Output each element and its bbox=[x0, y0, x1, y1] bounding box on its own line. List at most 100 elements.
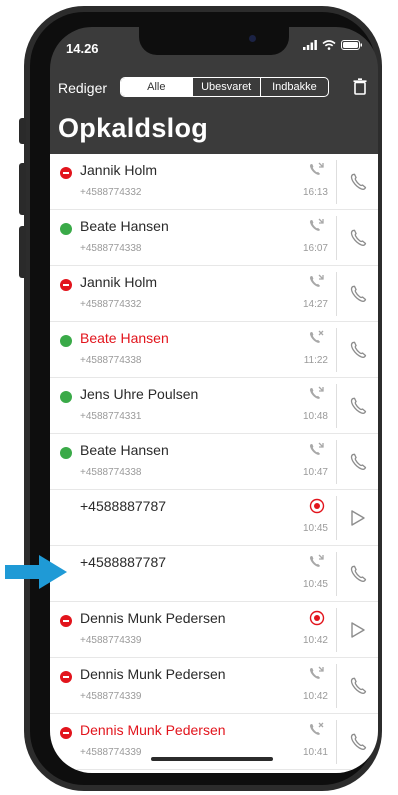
call-time: 11:22 bbox=[303, 355, 328, 366]
call-row[interactable]: Beate Hansen +4588774338 11:22 bbox=[50, 322, 378, 378]
phone-icon[interactable] bbox=[350, 173, 368, 196]
contact-number: +4588774338 bbox=[80, 467, 142, 478]
available-status-icon bbox=[60, 223, 72, 235]
phone-icon[interactable] bbox=[350, 397, 368, 420]
call-row[interactable]: Dennis Munk Pedersen +4588774339 10:42 bbox=[50, 658, 378, 714]
contact-name: Beate Hansen bbox=[80, 442, 169, 458]
available-status-icon bbox=[60, 447, 72, 459]
call-row[interactable]: +4588887787 10:45 bbox=[50, 490, 378, 546]
phone-icon[interactable] bbox=[350, 229, 368, 252]
status-icons bbox=[303, 40, 363, 50]
home-indicator[interactable] bbox=[151, 757, 273, 761]
call-row[interactable]: Jannik Holm +4588774332 14:27 bbox=[50, 266, 378, 322]
busy-status-icon bbox=[60, 615, 72, 627]
call-time: 10:42 bbox=[302, 635, 328, 646]
trash-icon[interactable] bbox=[353, 78, 367, 95]
record-icon bbox=[308, 610, 326, 631]
contact-number: +4588774339 bbox=[80, 691, 142, 702]
play-icon[interactable] bbox=[350, 621, 366, 644]
contact-number: +4588774332 bbox=[80, 187, 142, 198]
front-camera bbox=[249, 35, 256, 42]
tab-missed[interactable]: Ubesvaret bbox=[191, 78, 260, 96]
tab-inbox[interactable]: Indbakke bbox=[259, 78, 328, 96]
row-divider bbox=[336, 664, 337, 708]
contact-name: +4588887787 bbox=[80, 554, 167, 570]
call-time: 10:45 bbox=[302, 579, 328, 590]
row-divider bbox=[336, 160, 337, 204]
contact-name: Dennis Munk Pedersen bbox=[80, 722, 226, 738]
call-row[interactable]: Beate Hansen +4588774338 16:07 bbox=[50, 210, 378, 266]
contact-number: +4588774338 bbox=[80, 243, 142, 254]
call-log-list: Jannik Holm +4588774332 16:13 Beate Hansen +… bbox=[50, 154, 378, 773]
available-status-icon bbox=[60, 335, 72, 347]
phone-icon[interactable] bbox=[350, 285, 368, 308]
phone-arrow-icon bbox=[308, 666, 326, 687]
arrow-right-icon bbox=[5, 555, 67, 589]
row-divider bbox=[336, 216, 337, 260]
available-status-icon bbox=[60, 391, 72, 403]
phone-icon[interactable] bbox=[350, 341, 368, 364]
contact-number: +4588774331 bbox=[80, 411, 142, 422]
phone-arrow-icon bbox=[308, 442, 326, 463]
busy-status-icon bbox=[60, 727, 72, 739]
call-row[interactable]: Jannik Holm +4588774332 16:13 bbox=[50, 154, 378, 210]
row-divider bbox=[336, 720, 337, 764]
notch bbox=[139, 27, 289, 55]
call-row[interactable]: +4588887787 10:45 bbox=[50, 546, 378, 602]
contact-name: Beate Hansen bbox=[80, 330, 169, 346]
phone-arrow-icon bbox=[308, 218, 326, 239]
phone-icon[interactable] bbox=[350, 565, 368, 588]
screen: 14.26 Rediger Alle Ubesvaret Indbakke Op… bbox=[50, 27, 378, 773]
contact-name: Dennis Munk Pedersen bbox=[80, 610, 226, 626]
call-time: 10:48 bbox=[302, 411, 328, 422]
phone-arrow-icon bbox=[308, 162, 326, 183]
call-time: 16:13 bbox=[302, 187, 328, 198]
call-row[interactable]: Dennis Munk Pedersen +4588774339 10:42 bbox=[50, 602, 378, 658]
row-divider bbox=[336, 328, 337, 372]
row-divider bbox=[336, 384, 337, 428]
contact-number: +4588774339 bbox=[80, 635, 142, 646]
call-time: 10:42 bbox=[302, 691, 328, 702]
contact-name: Jannik Holm bbox=[80, 162, 158, 178]
contact-name: Jens Uhre Poulsen bbox=[80, 386, 199, 402]
call-time: 10:47 bbox=[302, 467, 328, 478]
phone-icon[interactable] bbox=[350, 677, 368, 700]
contact-number: +4588774332 bbox=[80, 299, 142, 310]
volume-down-button bbox=[19, 226, 26, 278]
busy-status-icon bbox=[60, 671, 72, 683]
contact-name: Dennis Munk Pedersen bbox=[80, 666, 226, 682]
phone-arrow-icon bbox=[308, 554, 326, 575]
call-row[interactable]: Beate Hansen +4588774338 10:47 bbox=[50, 434, 378, 490]
busy-status-icon bbox=[60, 279, 72, 291]
phone-icon[interactable] bbox=[350, 453, 368, 476]
mute-switch bbox=[19, 118, 26, 144]
page-title: Opkaldslog bbox=[58, 113, 209, 143]
call-row[interactable]: Dennis Munk Pedersen +4588774339 10:41 bbox=[50, 714, 378, 770]
contact-name: +4588887787 bbox=[80, 498, 167, 514]
row-divider bbox=[336, 272, 337, 316]
call-time: 10:41 bbox=[302, 747, 328, 758]
phone-x-icon bbox=[308, 722, 326, 743]
record-icon bbox=[308, 498, 326, 519]
phone-arrow-icon bbox=[308, 386, 326, 407]
play-icon[interactable] bbox=[350, 509, 366, 532]
volume-up-button bbox=[19, 163, 26, 215]
edit-button[interactable]: Rediger bbox=[58, 80, 107, 96]
contact-number: +4588774339 bbox=[80, 747, 142, 758]
wifi-icon bbox=[322, 40, 336, 50]
signal-icon bbox=[303, 40, 317, 50]
contact-name: Beate Hansen bbox=[80, 218, 169, 234]
phone-x-icon bbox=[308, 330, 326, 351]
phone-icon[interactable] bbox=[350, 733, 368, 756]
contact-number: +4588774338 bbox=[80, 355, 142, 366]
phone-arrow-icon bbox=[308, 274, 326, 295]
call-row[interactable]: Jens Uhre Poulsen +4588774331 10:48 bbox=[50, 378, 378, 434]
battery-icon bbox=[341, 40, 362, 50]
tab-all[interactable]: Alle bbox=[121, 78, 192, 96]
status-time: 14.26 bbox=[66, 41, 99, 56]
filter-segmented-control: Alle Ubesvaret Indbakke bbox=[120, 77, 329, 97]
call-time: 14:27 bbox=[302, 299, 328, 310]
row-divider bbox=[336, 608, 337, 652]
row-divider bbox=[336, 552, 337, 596]
busy-status-icon bbox=[60, 167, 72, 179]
